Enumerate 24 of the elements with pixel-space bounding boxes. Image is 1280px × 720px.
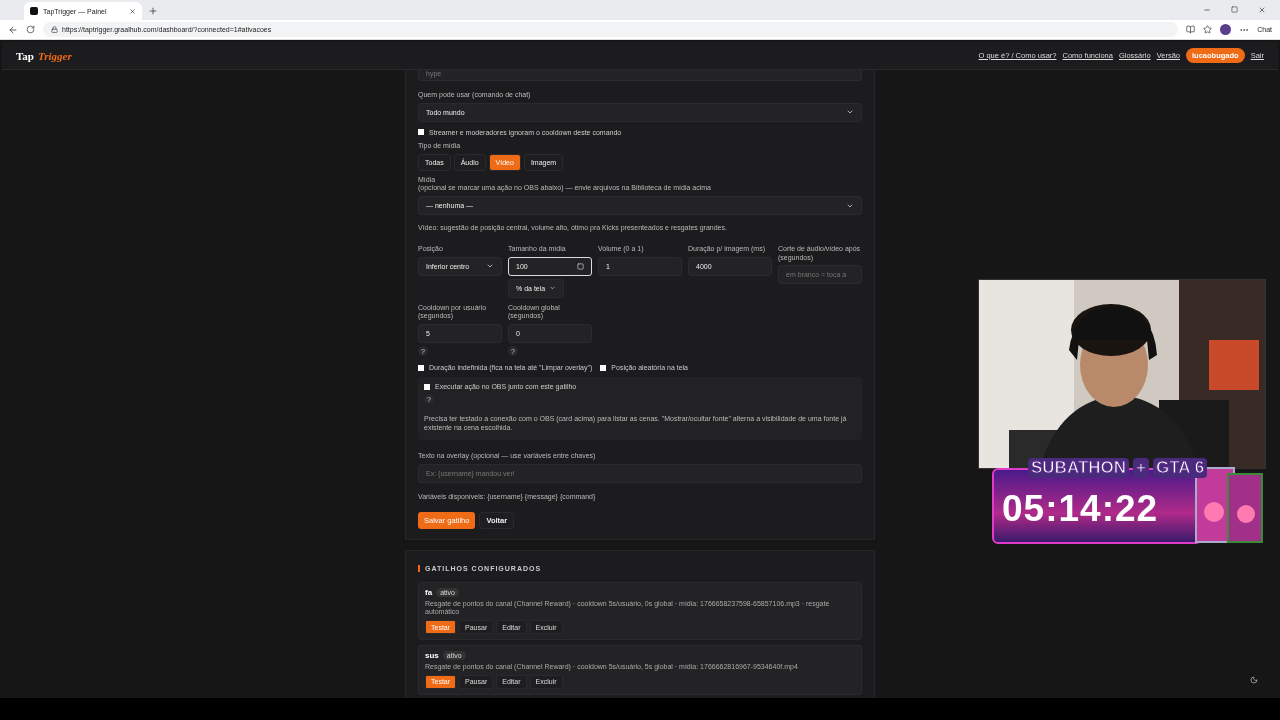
dark-mode-icon[interactable] xyxy=(1250,676,1258,684)
reload-icon[interactable] xyxy=(26,25,35,34)
logo-text: Trigger xyxy=(37,49,72,62)
back-icon[interactable] xyxy=(8,24,18,35)
new-tab-icon[interactable] xyxy=(148,6,158,16)
countdown-timer: 05:14:22 xyxy=(1002,488,1159,530)
checkbox[interactable] xyxy=(424,383,430,390)
reader-icon[interactable] xyxy=(1186,25,1196,34)
checkbox[interactable] xyxy=(418,364,424,371)
trigger-name: fa xyxy=(425,587,433,597)
favorite-icon[interactable] xyxy=(1203,25,1213,34)
trigger-name: sus xyxy=(425,651,439,661)
logo-text: Tap xyxy=(16,49,34,62)
spinner-icon[interactable] xyxy=(577,262,584,270)
chevron-icon xyxy=(486,262,494,270)
lock-icon xyxy=(51,26,58,33)
checkbox[interactable] xyxy=(600,364,607,371)
close-icon[interactable] xyxy=(1258,6,1266,14)
profile-avatar[interactable] xyxy=(1220,24,1232,35)
checkbox[interactable] xyxy=(418,129,424,136)
maximize-icon[interactable] xyxy=(1231,6,1238,13)
favicon-icon xyxy=(30,7,38,15)
close-icon[interactable] xyxy=(129,7,136,15)
chevron-icon xyxy=(549,284,556,292)
